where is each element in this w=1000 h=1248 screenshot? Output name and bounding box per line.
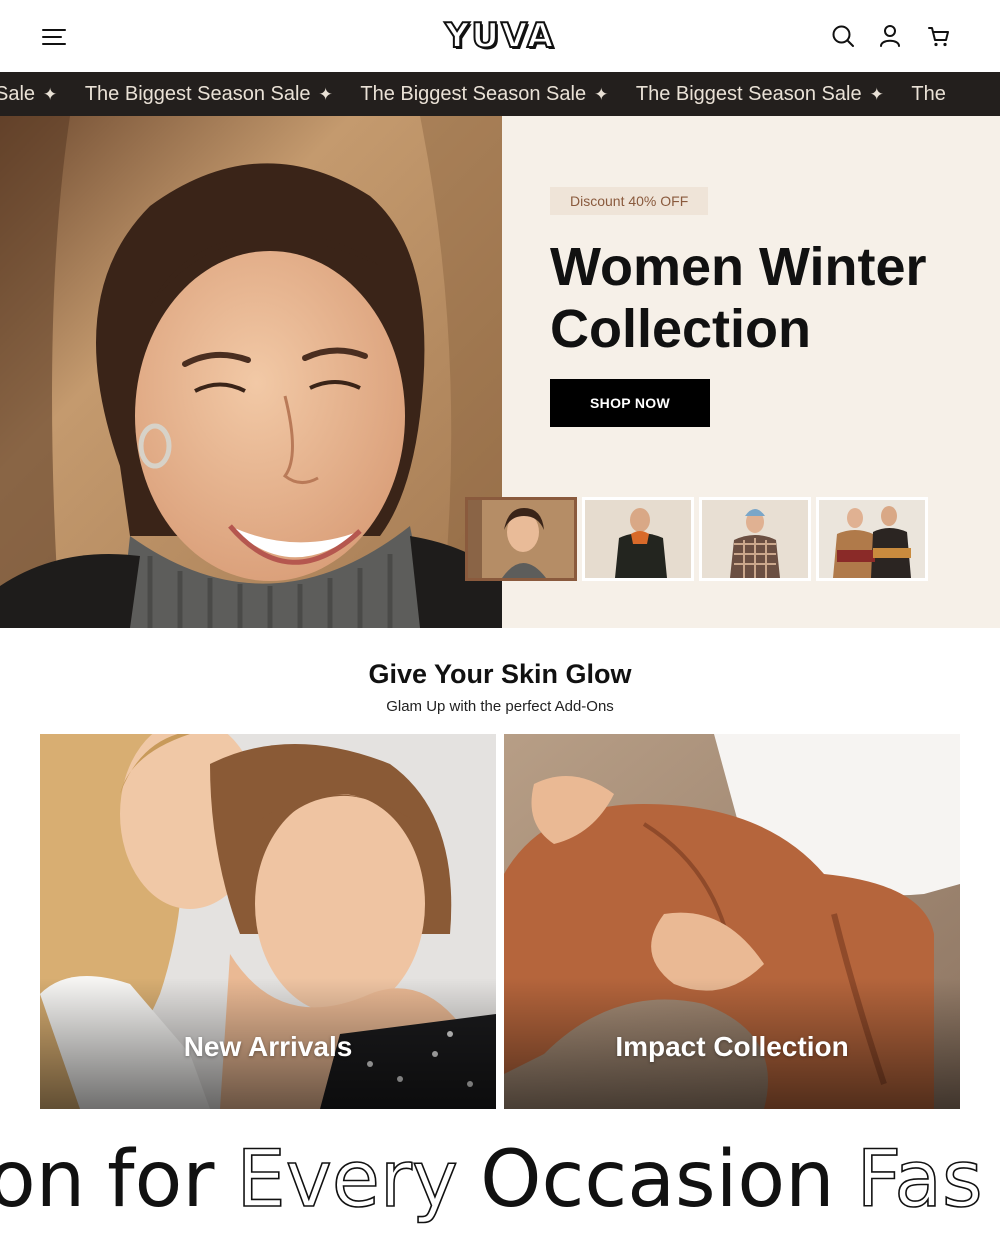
announcement-bar: Sale ✦ The Biggest Season Sale ✦ The Bigge… (0, 72, 1000, 116)
hero-thumbnail-4[interactable] (816, 497, 928, 581)
collection-card-impact[interactable]: Impact Collection (504, 734, 960, 1109)
user-icon[interactable] (876, 22, 904, 50)
tagline-marquee: on for Every Occasion Fas (0, 1118, 1000, 1248)
hero-title: Women Winter Collection (550, 237, 927, 359)
tagline-word: Fas (856, 1134, 984, 1226)
hero-image (0, 116, 502, 628)
announcement-item: The Biggest Season Sale ✦ (635, 83, 884, 105)
announcement-track: Sale ✦ The Biggest Season Sale ✦ The Bigge… (0, 72, 968, 116)
impact-collection-label: Impact Collection (615, 1031, 849, 1062)
hero-thumbnail-2[interactable] (582, 497, 694, 581)
section-subtitle: Glam Up with the perfect Add-Ons (386, 698, 614, 715)
search-icon[interactable] (829, 22, 857, 50)
announcement-item: The Biggest Season Sale ✦ (360, 83, 609, 105)
tagline-word: Every (236, 1134, 459, 1226)
shop-now-button[interactable]: SHOP NOW (550, 379, 710, 427)
hero-woman-illustration (0, 116, 502, 628)
collection-card-new-arrivals[interactable]: New Arrivals (40, 734, 496, 1109)
new-arrivals-label: New Arrivals (183, 1031, 353, 1062)
sparkle-icon: ✦ (43, 85, 58, 104)
hero-thumbnail-1[interactable] (465, 497, 577, 581)
tagline-word: for (107, 1135, 215, 1225)
discount-badge: Discount 40% OFF (550, 187, 709, 215)
announcement-item: The (911, 83, 946, 105)
announcement-item: Sale ✦ (0, 83, 58, 105)
sparkle-icon: ✦ (594, 85, 609, 104)
hero-thumbnail-3[interactable] (699, 497, 811, 581)
tagline-word: on (0, 1135, 86, 1225)
site-header: YUVA (0, 0, 1000, 72)
hero-banner: Discount 40% OFF Women Winter Collection… (0, 116, 1000, 628)
sparkle-icon: ✦ (318, 85, 333, 104)
tagline-track: on for Every Occasion Fas (0, 1132, 1000, 1228)
cart-icon[interactable] (925, 22, 953, 50)
sparkle-icon: ✦ (869, 85, 884, 104)
section-title: Give Your Skin Glow (368, 659, 632, 689)
site-logo[interactable]: YUVA (400, 14, 600, 58)
tagline-word: Occasion (480, 1135, 835, 1225)
menu-icon[interactable] (40, 24, 70, 50)
announcement-item: The Biggest Season Sale ✦ (84, 83, 333, 105)
